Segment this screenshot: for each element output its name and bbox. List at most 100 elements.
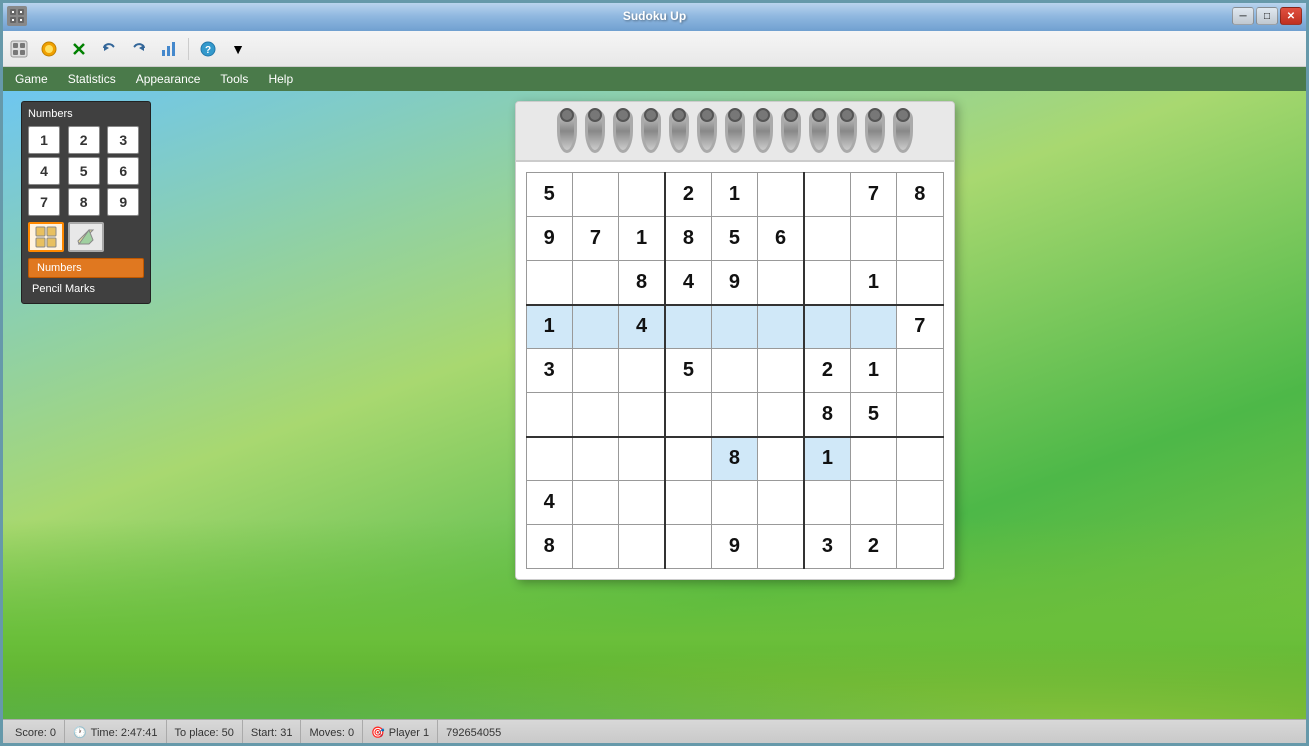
num-btn-5[interactable]: 5 xyxy=(68,157,100,185)
num-btn-4[interactable]: 4 xyxy=(28,157,60,185)
cell-5-2[interactable] xyxy=(619,393,665,437)
numbers-mode-btn[interactable]: Numbers xyxy=(28,258,144,278)
toolbar-btn-3[interactable] xyxy=(65,35,93,63)
cell-5-0[interactable] xyxy=(526,393,572,437)
cell-7-0[interactable]: 4 xyxy=(526,481,572,525)
toolbar-undo[interactable] xyxy=(95,35,123,63)
cell-4-3[interactable]: 5 xyxy=(665,349,711,393)
toolbar-btn-2[interactable] xyxy=(35,35,63,63)
cell-7-5[interactable] xyxy=(758,481,804,525)
num-btn-6[interactable]: 6 xyxy=(107,157,139,185)
cell-0-0[interactable]: 5 xyxy=(526,173,572,217)
cell-7-4[interactable] xyxy=(711,481,757,525)
cell-6-6[interactable]: 1 xyxy=(804,437,850,481)
cell-6-0[interactable] xyxy=(526,437,572,481)
maximize-button[interactable]: □ xyxy=(1256,7,1278,25)
cell-5-8[interactable] xyxy=(897,393,943,437)
menu-statistics[interactable]: Statistics xyxy=(58,70,126,88)
cell-6-5[interactable] xyxy=(758,437,804,481)
toolbar-dropdown[interactable]: ▼ xyxy=(224,35,252,63)
cell-8-5[interactable] xyxy=(758,525,804,569)
cell-0-4[interactable]: 1 xyxy=(711,173,757,217)
cell-4-4[interactable] xyxy=(711,349,757,393)
cell-4-6[interactable]: 2 xyxy=(804,349,850,393)
cell-3-4[interactable] xyxy=(711,305,757,349)
toolbar-help[interactable]: ? xyxy=(194,35,222,63)
cell-6-3[interactable] xyxy=(665,437,711,481)
cell-5-5[interactable] xyxy=(758,393,804,437)
cell-3-6[interactable] xyxy=(804,305,850,349)
cell-5-1[interactable] xyxy=(572,393,618,437)
cell-3-3[interactable] xyxy=(665,305,711,349)
cell-1-5[interactable]: 6 xyxy=(758,217,804,261)
cell-7-3[interactable] xyxy=(665,481,711,525)
cell-2-3[interactable]: 4 xyxy=(665,261,711,305)
cell-6-2[interactable] xyxy=(619,437,665,481)
cell-6-4[interactable]: 8 xyxy=(711,437,757,481)
cell-1-7[interactable] xyxy=(850,217,896,261)
close-button[interactable]: ✕ xyxy=(1280,7,1302,25)
toolbar-stats[interactable] xyxy=(155,35,183,63)
cell-2-0[interactable] xyxy=(526,261,572,305)
cell-8-0[interactable]: 8 xyxy=(526,525,572,569)
cell-4-1[interactable] xyxy=(572,349,618,393)
cell-4-0[interactable]: 3 xyxy=(526,349,572,393)
cell-4-5[interactable] xyxy=(758,349,804,393)
menu-game[interactable]: Game xyxy=(5,70,58,88)
cell-0-5[interactable] xyxy=(758,173,804,217)
menu-tools[interactable]: Tools xyxy=(210,70,258,88)
num-btn-2[interactable]: 2 xyxy=(68,126,100,154)
cell-2-2[interactable]: 8 xyxy=(619,261,665,305)
menu-appearance[interactable]: Appearance xyxy=(126,70,211,88)
cell-2-6[interactable] xyxy=(804,261,850,305)
cell-7-1[interactable] xyxy=(572,481,618,525)
cell-6-7[interactable] xyxy=(850,437,896,481)
cell-1-4[interactable]: 5 xyxy=(711,217,757,261)
num-btn-9[interactable]: 9 xyxy=(107,188,139,216)
cell-2-1[interactable] xyxy=(572,261,618,305)
cell-1-2[interactable]: 1 xyxy=(619,217,665,261)
cell-4-2[interactable] xyxy=(619,349,665,393)
eraser-tool-icon[interactable] xyxy=(68,222,104,252)
cell-1-8[interactable] xyxy=(897,217,943,261)
toolbar-redo[interactable] xyxy=(125,35,153,63)
cell-2-5[interactable] xyxy=(758,261,804,305)
cell-8-6[interactable]: 3 xyxy=(804,525,850,569)
cell-8-4[interactable]: 9 xyxy=(711,525,757,569)
cell-5-6[interactable]: 8 xyxy=(804,393,850,437)
cell-1-6[interactable] xyxy=(804,217,850,261)
cell-2-4[interactable]: 9 xyxy=(711,261,757,305)
cell-7-2[interactable] xyxy=(619,481,665,525)
num-btn-1[interactable]: 1 xyxy=(28,126,60,154)
cell-3-5[interactable] xyxy=(758,305,804,349)
cell-5-4[interactable] xyxy=(711,393,757,437)
cell-0-6[interactable] xyxy=(804,173,850,217)
cell-3-1[interactable] xyxy=(572,305,618,349)
num-btn-7[interactable]: 7 xyxy=(28,188,60,216)
cell-7-7[interactable] xyxy=(850,481,896,525)
grid-tool-icon[interactable] xyxy=(28,222,64,252)
cell-3-7[interactable] xyxy=(850,305,896,349)
menu-help[interactable]: Help xyxy=(258,70,303,88)
cell-6-8[interactable] xyxy=(897,437,943,481)
cell-1-1[interactable]: 7 xyxy=(572,217,618,261)
cell-5-7[interactable]: 5 xyxy=(850,393,896,437)
num-btn-3[interactable]: 3 xyxy=(107,126,139,154)
cell-8-3[interactable] xyxy=(665,525,711,569)
cell-2-8[interactable] xyxy=(897,261,943,305)
cell-4-8[interactable] xyxy=(897,349,943,393)
cell-3-0[interactable]: 1 xyxy=(526,305,572,349)
cell-0-2[interactable] xyxy=(619,173,665,217)
cell-2-7[interactable]: 1 xyxy=(850,261,896,305)
cell-0-1[interactable] xyxy=(572,173,618,217)
cell-0-8[interactable]: 8 xyxy=(897,173,943,217)
cell-8-1[interactable] xyxy=(572,525,618,569)
cell-1-0[interactable]: 9 xyxy=(526,217,572,261)
cell-3-2[interactable]: 4 xyxy=(619,305,665,349)
cell-6-1[interactable] xyxy=(572,437,618,481)
minimize-button[interactable]: ─ xyxy=(1232,7,1254,25)
cell-1-3[interactable]: 8 xyxy=(665,217,711,261)
cell-4-7[interactable]: 1 xyxy=(850,349,896,393)
cell-3-8[interactable]: 7 xyxy=(897,305,943,349)
cell-0-3[interactable]: 2 xyxy=(665,173,711,217)
